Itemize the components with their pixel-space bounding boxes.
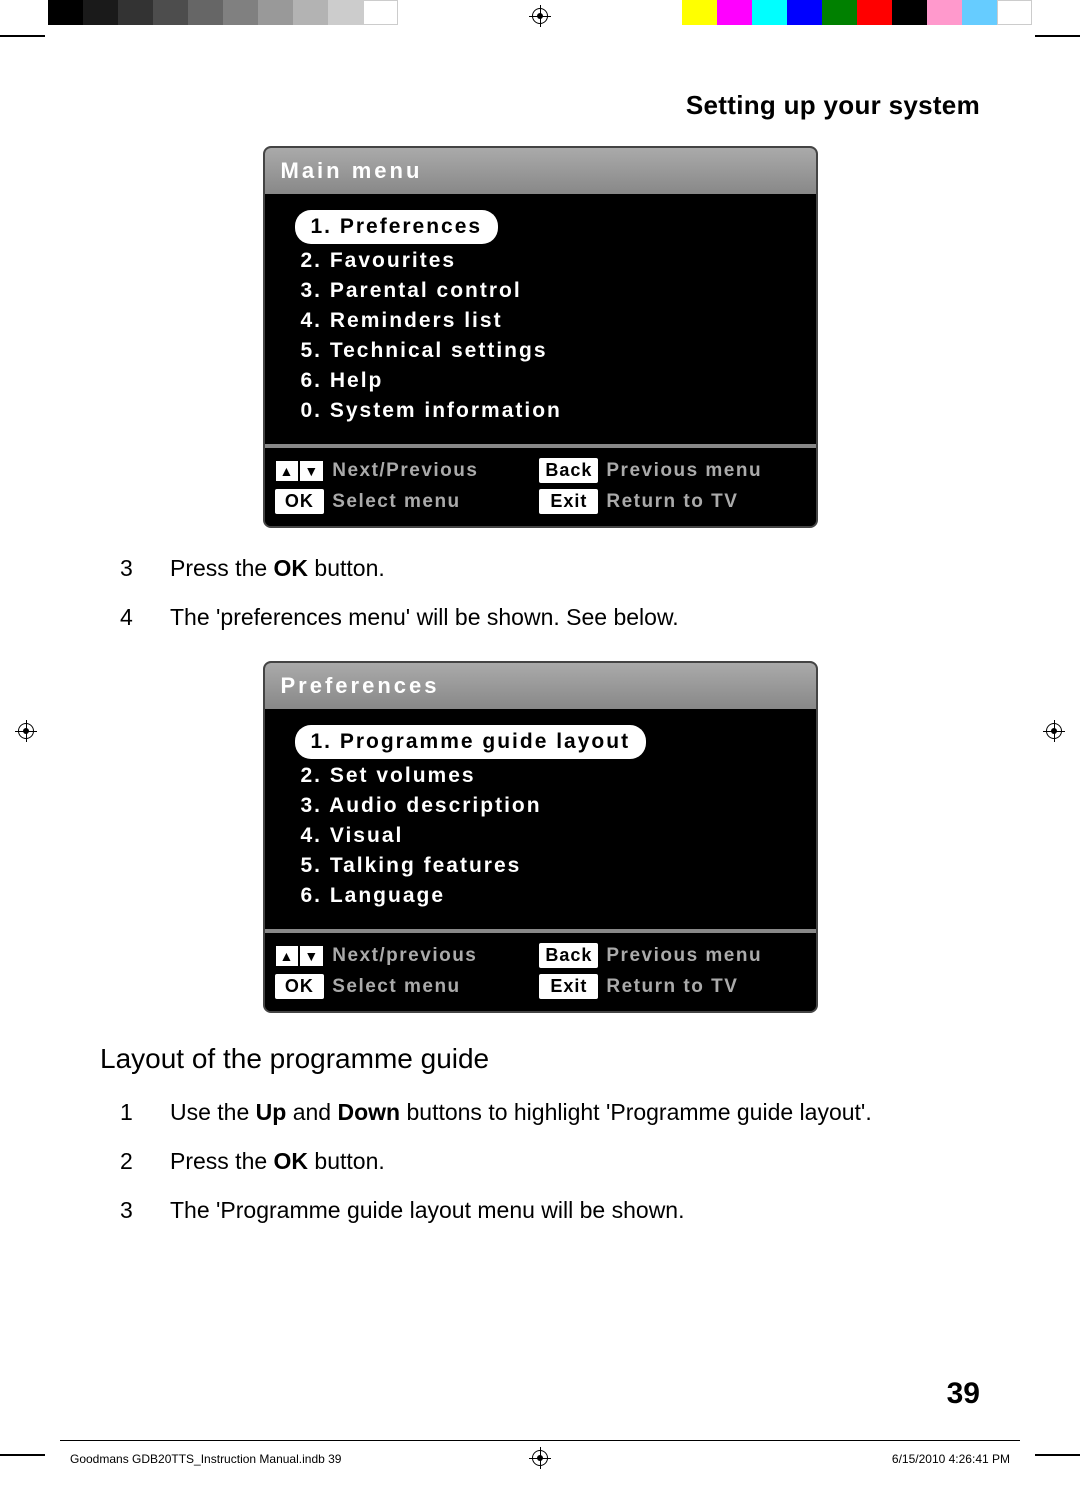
- instruction-list: 3 Press the OK button. 4 The 'preferences m…: [120, 553, 980, 633]
- step-number: 3: [120, 553, 140, 584]
- step-text: The 'preferences menu' will be shown. Se…: [170, 602, 980, 633]
- menu-item-audio-description[interactable]: 3. Audio description: [301, 791, 790, 821]
- footer-line: [60, 1440, 1020, 1441]
- section-title: Setting up your system: [100, 90, 980, 121]
- osd-body: 1. Preferences 2. Favourites 3. Parental…: [265, 196, 816, 444]
- menu-item-programme-guide-layout[interactable]: 1. Programme guide layout: [295, 725, 647, 759]
- osd-footer: ▲▼ Next/previous Back Previous menu OK S…: [265, 929, 816, 1011]
- footer-timestamp: 6/15/2010 4:26:41 PM: [892, 1452, 1010, 1466]
- menu-item-set-volumes[interactable]: 2. Set volumes: [301, 761, 790, 791]
- crop-mark: [0, 35, 45, 37]
- registration-mark-left: [15, 720, 37, 742]
- back-label: Previous menu: [606, 460, 805, 482]
- footer-filename: Goodmans GDB20TTS_Instruction Manual.ind…: [70, 1452, 341, 1466]
- ok-label: Select menu: [332, 491, 531, 513]
- menu-item-language[interactable]: 6. Language: [301, 881, 790, 911]
- instruction-step: 3 Press the OK button.: [120, 553, 980, 584]
- menu-item-system-information[interactable]: 0. System information: [301, 396, 790, 426]
- step-text: Press the OK button.: [170, 1146, 980, 1177]
- exit-key: Exit: [539, 489, 598, 514]
- exit-label: Return to TV: [606, 976, 805, 998]
- menu-item-talking-features[interactable]: 5. Talking features: [301, 851, 790, 881]
- step-number: 3: [120, 1195, 140, 1226]
- arrows-label: Next/previous: [332, 945, 531, 967]
- ok-label: Select menu: [332, 976, 531, 998]
- crop-mark: [0, 1454, 45, 1456]
- step-number: 1: [120, 1097, 140, 1128]
- menu-item-help[interactable]: 6. Help: [301, 366, 790, 396]
- instruction-step: 1 Use the Up and Down buttons to highligh…: [120, 1097, 980, 1128]
- ok-key: OK: [275, 974, 325, 999]
- menu-item-preferences[interactable]: 1. Preferences: [295, 210, 499, 244]
- step-text: Press the OK button.: [170, 553, 980, 584]
- registration-mark-bottom: [529, 1447, 551, 1469]
- step-number: 2: [120, 1146, 140, 1177]
- osd-title: Main menu: [265, 148, 816, 196]
- instruction-list: 1 Use the Up and Down buttons to highligh…: [120, 1097, 980, 1226]
- instruction-step: 2 Press the OK button.: [120, 1146, 980, 1177]
- crop-mark: [1035, 35, 1080, 37]
- osd-main-menu: Main menu 1. Preferences 2. Favourites 3…: [263, 146, 818, 528]
- osd-title: Preferences: [265, 663, 816, 711]
- ok-key: OK: [275, 489, 325, 514]
- osd-preferences-menu: Preferences 1. Programme guide layout 2.…: [263, 661, 818, 1013]
- exit-key: Exit: [539, 974, 598, 999]
- instruction-step: 3 The 'Programme guide layout menu will b…: [120, 1195, 980, 1226]
- registration-mark-top: [529, 5, 551, 27]
- menu-item-favourites[interactable]: 2. Favourites: [301, 246, 790, 276]
- exit-label: Return to TV: [606, 491, 805, 513]
- color-calibration-strip: [682, 0, 1032, 25]
- menu-item-technical-settings[interactable]: 5. Technical settings: [301, 336, 790, 366]
- page-number: 39: [947, 1377, 980, 1411]
- page-content: Setting up your system Main menu 1. Pref…: [100, 60, 980, 1431]
- osd-body: 1. Programme guide layout 2. Set volumes…: [265, 711, 816, 929]
- instruction-step: 4 The 'preferences menu' will be shown. S…: [120, 602, 980, 633]
- step-text: The 'Programme guide layout menu will be…: [170, 1195, 980, 1226]
- step-number: 4: [120, 602, 140, 633]
- menu-item-visual[interactable]: 4. Visual: [301, 821, 790, 851]
- menu-item-parental-control[interactable]: 3. Parental control: [301, 276, 790, 306]
- arrows-label: Next/Previous: [332, 460, 531, 482]
- arrow-keys-icon: ▲▼: [275, 945, 325, 967]
- back-key: Back: [539, 458, 598, 483]
- crop-mark: [1035, 1454, 1080, 1456]
- back-key: Back: [539, 943, 598, 968]
- back-label: Previous menu: [606, 945, 805, 967]
- step-text: Use the Up and Down buttons to highlight…: [170, 1097, 980, 1128]
- registration-mark-right: [1043, 720, 1065, 742]
- bw-calibration-strip: [48, 0, 398, 25]
- osd-footer: ▲▼ Next/Previous Back Previous menu OK S…: [265, 444, 816, 526]
- arrow-keys-icon: ▲▼: [275, 460, 325, 482]
- subheading: Layout of the programme guide: [100, 1043, 980, 1075]
- menu-item-reminders-list[interactable]: 4. Reminders list: [301, 306, 790, 336]
